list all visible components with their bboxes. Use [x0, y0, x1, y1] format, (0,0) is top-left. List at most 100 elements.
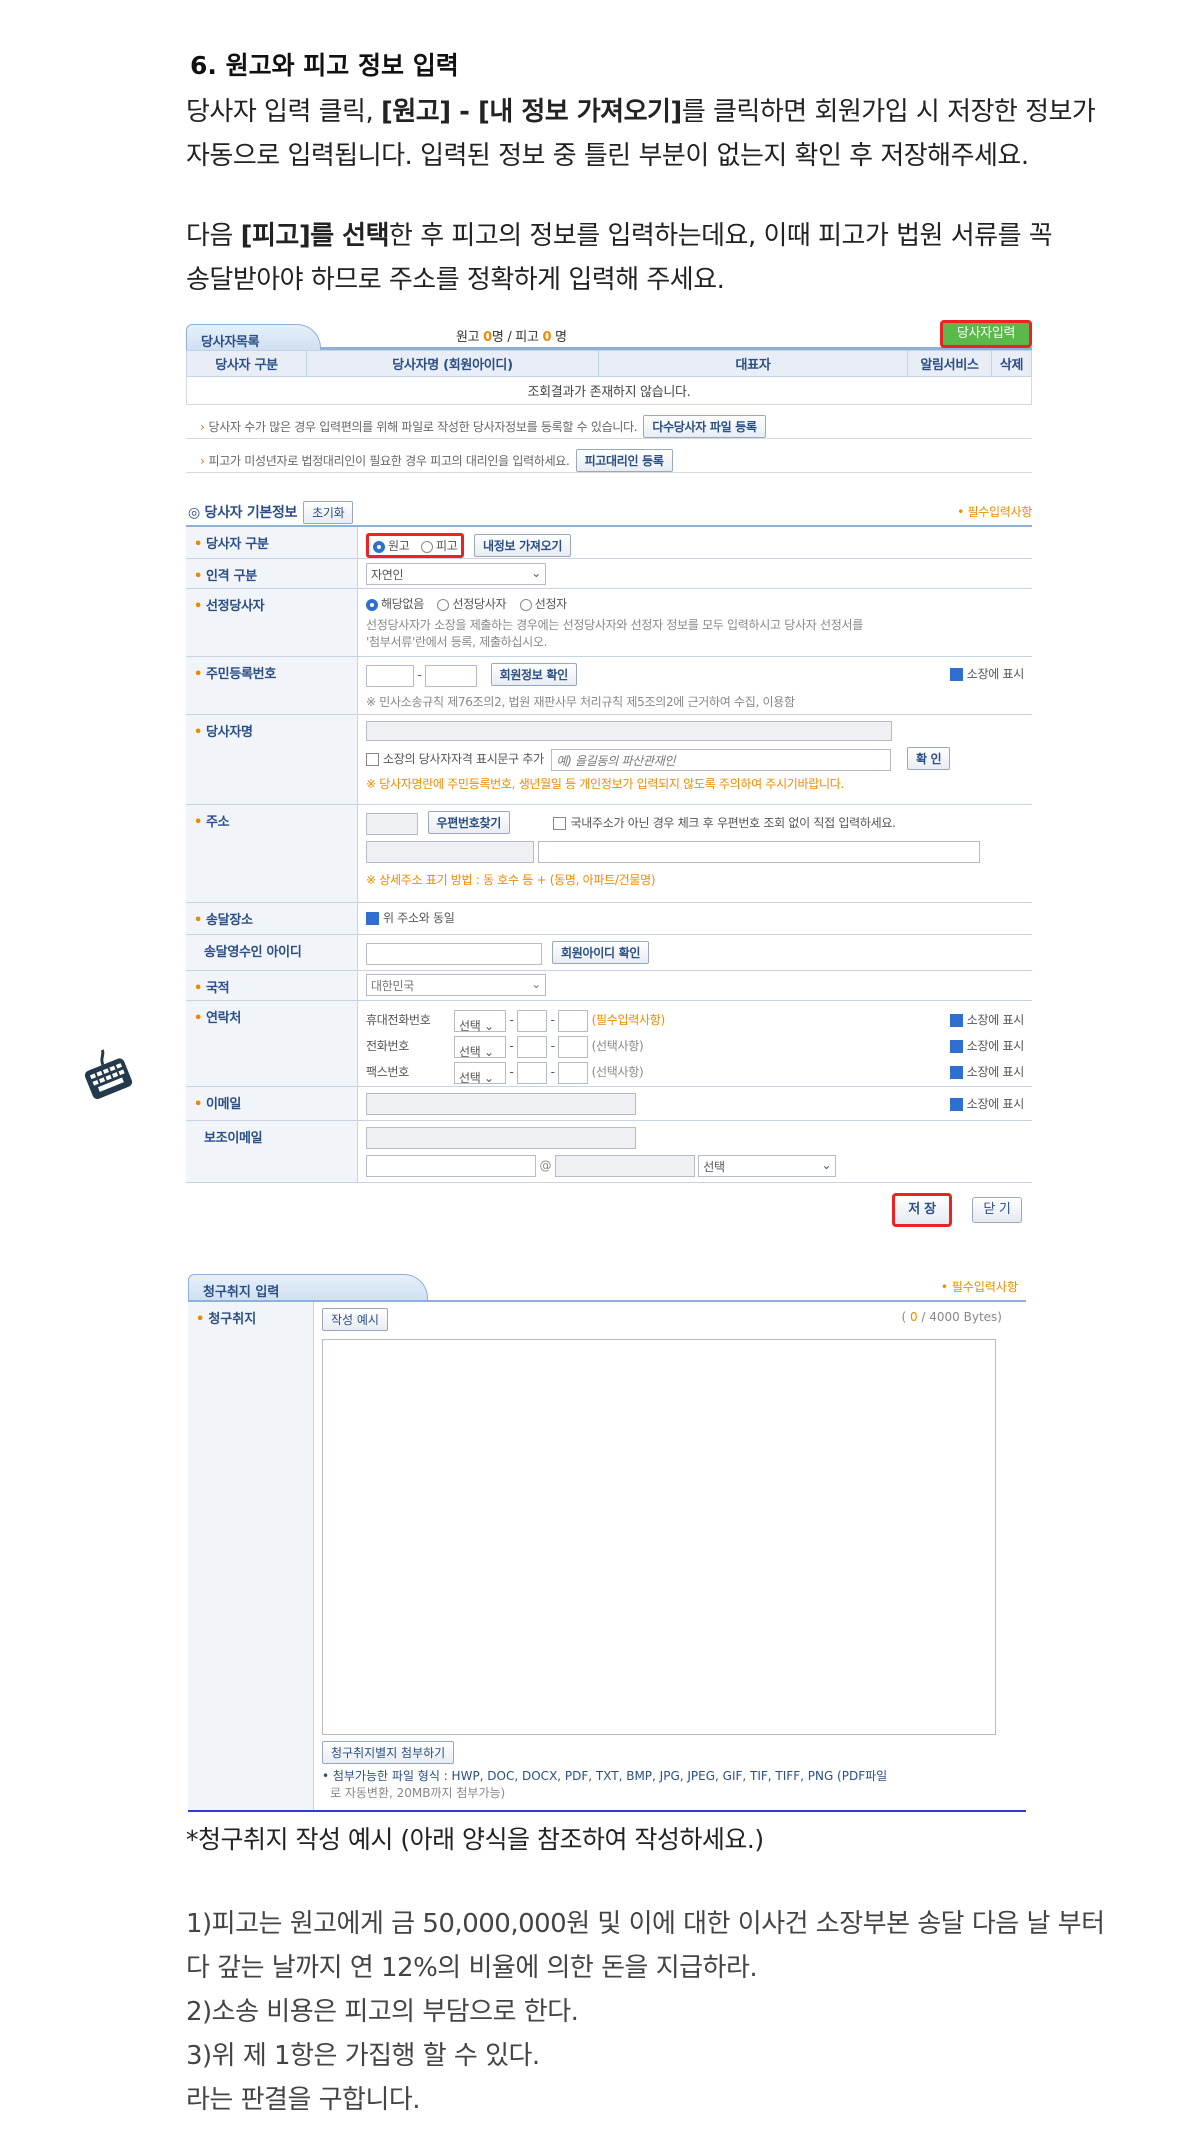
name-confirm-button[interactable]: 확 인	[906, 747, 951, 770]
section-heading: 6. 원고와 피고 정보 입력	[190, 51, 459, 80]
party-input-screenshot: 당사자목록 원고 0명 / 피고 0 명 당사자입력 당사자 구분 당사자명 (…	[186, 320, 1032, 1227]
same-address-checkbox[interactable]	[366, 912, 379, 925]
close-button[interactable]: 닫 기	[972, 1197, 1022, 1223]
example-button[interactable]: 작성 예시	[322, 1308, 388, 1331]
zip-input[interactable]	[366, 812, 418, 835]
phone-last-input[interactable]	[558, 1035, 589, 1058]
claim-header: 청구취지 입력 • 필수입력사항	[188, 1270, 1026, 1300]
para1-line2: 자동으로 입력됩니다. 입력된 정보 중 틀린 부분이 없는지 확인 후 저장해…	[186, 141, 1029, 171]
address-detail-input[interactable]	[537, 840, 980, 863]
example-line: 2)소송 비용은 피고의 부담으로 한다.	[186, 1997, 579, 2027]
basic-info-form: • 당사자 구분 원고 피고 내정보 가져오기 • 인격 구분 자연인 ⌄ • 선정당사…	[186, 525, 1032, 1183]
keyboard-icon	[82, 1046, 133, 1104]
party-name-input[interactable]	[366, 721, 892, 741]
sub-email-domain-select[interactable]: 선택 ⌄	[698, 1155, 837, 1177]
required-note: • 필수입력사항	[957, 505, 1032, 519]
example-line: 3)위 제 1항은 가집행 할 수 있다.	[186, 2041, 540, 2071]
mobile-prefix-select[interactable]: 선택 ⌄	[454, 1009, 506, 1033]
defendant-paragraph: 다음 [피고]를 선택한 후 피고의 정보를 입력하는데요, 이때 피고가 법원…	[186, 214, 1053, 302]
para2-text-c: 한 후 피고의 정보를 입력하는데요, 이때 피고가 법원 서류를 꼭	[389, 221, 1053, 251]
bulk-file-button[interactable]: 다수당사자 파일 등록	[643, 415, 766, 438]
add-party-button[interactable]: 당사자입력	[940, 320, 1032, 348]
sub-email-full-input[interactable]	[366, 1127, 636, 1149]
party-list-tab[interactable]: 당사자목록	[186, 324, 321, 350]
party-list-header: 당사자목록 원고 0명 / 피고 0 명 당사자입력	[186, 320, 1032, 350]
mobile-last-input[interactable]	[558, 1009, 589, 1032]
row-rrn: • 주민등록번호 - 회원정보 확인 소장에 표시 ※ 민사소송규칙 제76조의2…	[186, 657, 1032, 715]
sub-email-domain-input[interactable]	[554, 1155, 695, 1177]
claim-textarea[interactable]	[322, 1339, 996, 1735]
email-input[interactable]	[366, 1093, 636, 1115]
row-recipient-id: 송달영수인 아이디 회원아이디 확인	[186, 935, 1032, 971]
recipient-id-input[interactable]	[366, 942, 542, 965]
rrn-back-input[interactable]	[425, 664, 478, 687]
foreign-address-checkbox[interactable]	[553, 817, 567, 830]
party-table: 당사자 구분 당사자명 (회원아이디) 대표자 알림서비스 삭제 조회결과가 존…	[186, 350, 1032, 405]
defendant-radio[interactable]	[421, 540, 433, 553]
intro-paragraph: 당사자 입력 클릭, [원고] - [내 정보 가져오기]를 클릭하면 회원가입…	[186, 90, 1096, 178]
example-title: *청구취지 작성 예시 (아래 양식을 참조하여 작성하세요.)	[186, 1825, 764, 1854]
para2-emphasis: [피고]를 선택	[240, 221, 390, 251]
party-type-radios: 원고 피고	[366, 533, 465, 558]
claim-tab[interactable]: 청구취지 입력	[188, 1274, 428, 1300]
para1-text-a: 당사자 입력 클릭,	[186, 97, 381, 127]
phone-prefix-select[interactable]: 선택 ⌄	[454, 1035, 506, 1059]
col-party-name: 당사자명 (회원아이디)	[306, 350, 599, 377]
claim-form: • 청구취지 작성 예시 ( 0 / 4000 Bytes) 청구취지별지 첨부하…	[188, 1300, 1026, 1812]
rrn-show-checkbox[interactable]	[949, 668, 963, 681]
row-sub-email: 보조이메일 @ 선택 ⌄	[186, 1121, 1032, 1183]
byte-counter: ( 0 / 4000 Bytes)	[901, 1310, 1002, 1324]
row-person-type: • 인격 구분 자연인 ⌄	[186, 559, 1032, 589]
reset-button[interactable]: 초기화	[303, 501, 354, 524]
member-id-check-button[interactable]: 회원아이디 확인	[552, 941, 650, 964]
example-line: 1)피고는 원고에게 금 50,000,000원 및 이에 대한 이사건 소장부…	[186, 1909, 1105, 1939]
save-button[interactable]: 저 장	[892, 1193, 952, 1227]
email-show-checkbox[interactable]	[949, 1098, 963, 1111]
row-address: • 주소 우편번호찾기 국내주소가 아닌 경우 체크 후 우편번호 조회 없이 직…	[186, 805, 1032, 903]
sel-none-radio[interactable]	[366, 598, 378, 611]
para1-text-c: 를 클릭하면 회원가입 시 저장한 정보가	[681, 97, 1096, 127]
sub-email-id-input[interactable]	[366, 1155, 536, 1177]
person-type-select[interactable]: 자연인 ⌄	[366, 563, 546, 585]
fax-mid-input[interactable]	[517, 1061, 548, 1084]
example-body: 1)피고는 원고에게 금 50,000,000원 및 이에 대한 이사건 소장부…	[186, 1902, 1105, 2122]
basic-info-title: 당사자 기본정보	[204, 505, 298, 521]
party-count: 원고 0명 / 피고 0 명	[456, 330, 567, 345]
row-email: • 이메일 소장에 표시	[186, 1087, 1032, 1121]
phone-show-checkbox[interactable]	[949, 1040, 963, 1053]
row-delivery: • 송달장소 위 주소와 동일	[186, 903, 1032, 935]
para2-text-a: 다음	[186, 221, 241, 251]
note-proxy: › 피고가 미성년자로 법정대리인이 필요한 경우 피고의 대리인을 입력하세요.…	[186, 439, 1032, 473]
sel-party-radio[interactable]	[437, 598, 450, 611]
row-contact: • 연락처 휴대전화번호 선택 ⌄ - - (필수입력사항) 소장에 표시 전화번호…	[186, 1001, 1032, 1087]
proxy-register-button[interactable]: 피고대리인 등록	[575, 449, 673, 472]
address-input[interactable]	[366, 840, 534, 863]
row-nationality: • 국적 대한민국 ⌄	[186, 971, 1032, 1001]
member-info-button[interactable]: 회원정보 확인	[490, 663, 577, 686]
file-format-info: • 첨부가능한 파일 형식 : HWP, DOC, DOCX, PDF, TXT…	[322, 1769, 888, 1800]
fax-prefix-select[interactable]: 선택 ⌄	[454, 1061, 506, 1085]
form-buttons: 저 장 닫 기	[186, 1183, 1032, 1235]
col-notification: 알림서비스	[907, 350, 992, 377]
attach-button[interactable]: 청구취지별지 첨부하기	[322, 1741, 455, 1764]
fax-last-input[interactable]	[558, 1061, 589, 1084]
name-qualifier-input[interactable]: 예) 을길동의 파산관재인	[551, 748, 892, 771]
col-party-type: 당사자 구분	[186, 350, 307, 377]
phone-mid-input[interactable]	[517, 1035, 548, 1058]
para1-emphasis: [원고] - [내 정보 가져오기]	[381, 97, 682, 127]
mobile-show-checkbox[interactable]	[949, 1014, 963, 1027]
rrn-front-input[interactable]	[366, 664, 414, 687]
note-bulk: › 당사자 수가 많은 경우 입력편의를 위해 파일로 작성한 당사자정보를 등록…	[186, 405, 1032, 439]
mobile-mid-input[interactable]	[517, 1009, 548, 1032]
fax-show-checkbox[interactable]	[949, 1066, 963, 1079]
basic-info-header: ◎ 당사자 기본정보 초기화 • 필수입력사항	[186, 497, 1032, 525]
name-qualifier-checkbox[interactable]	[366, 753, 379, 766]
claim-required-note: • 필수입력사항	[940, 1280, 1018, 1294]
sel-person-radio[interactable]	[519, 598, 532, 611]
plaintiff-radio[interactable]	[373, 540, 385, 553]
nationality-select[interactable]: 대한민국 ⌄	[366, 974, 546, 996]
load-myinfo-button[interactable]: 내정보 가져오기	[474, 534, 572, 557]
para2-line2: 송달받아야 하므로 주소를 정확하게 입력해 주세요.	[186, 265, 725, 295]
zip-search-button[interactable]: 우편번호찾기	[427, 811, 510, 834]
col-representative: 대표자	[598, 350, 908, 377]
